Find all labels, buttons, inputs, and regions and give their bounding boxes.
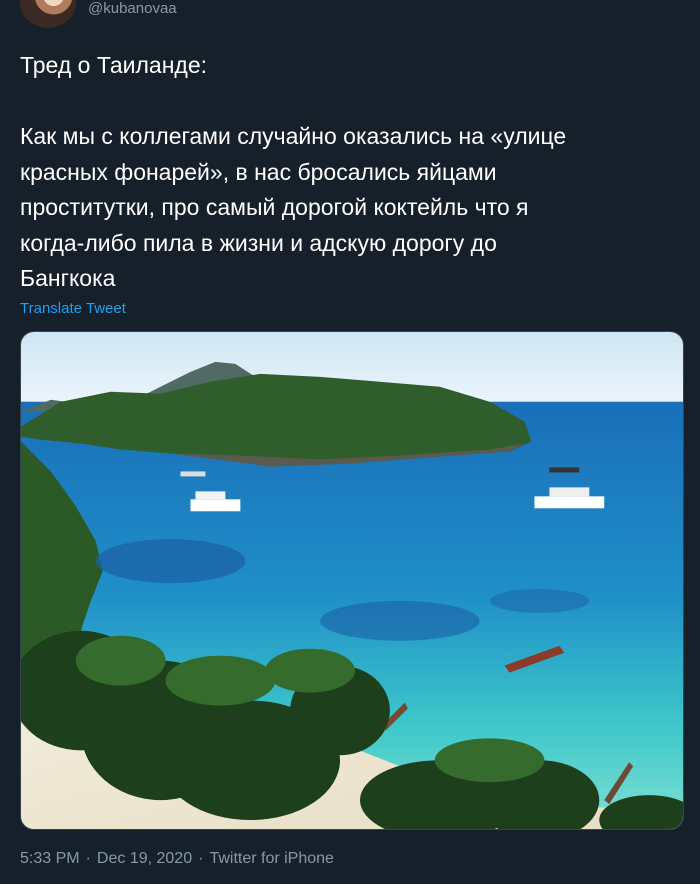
tweet-time[interactable]: 5:33 PM bbox=[20, 850, 80, 867]
tweet-date[interactable]: Dec 19, 2020 bbox=[97, 850, 192, 867]
meta-separator: · bbox=[85, 850, 91, 867]
user-handle[interactable]: @kubanovaa bbox=[88, 0, 177, 17]
meta-separator: · bbox=[198, 850, 204, 867]
tweet-meta: 5:33 PM · Dec 19, 2020 · Twitter for iPhone bbox=[20, 850, 334, 868]
translate-tweet-link[interactable]: Translate Tweet bbox=[20, 300, 126, 317]
tropical-bay-image bbox=[21, 332, 683, 829]
tweet-header: @kubanovaa bbox=[0, 0, 700, 30]
tweet-media-photo[interactable] bbox=[20, 331, 684, 830]
avatar[interactable] bbox=[20, 0, 76, 28]
tweet-text: Тред о Таиланде: Как мы с коллегами случ… bbox=[20, 52, 567, 291]
tweet-source[interactable]: Twitter for iPhone bbox=[209, 850, 334, 867]
